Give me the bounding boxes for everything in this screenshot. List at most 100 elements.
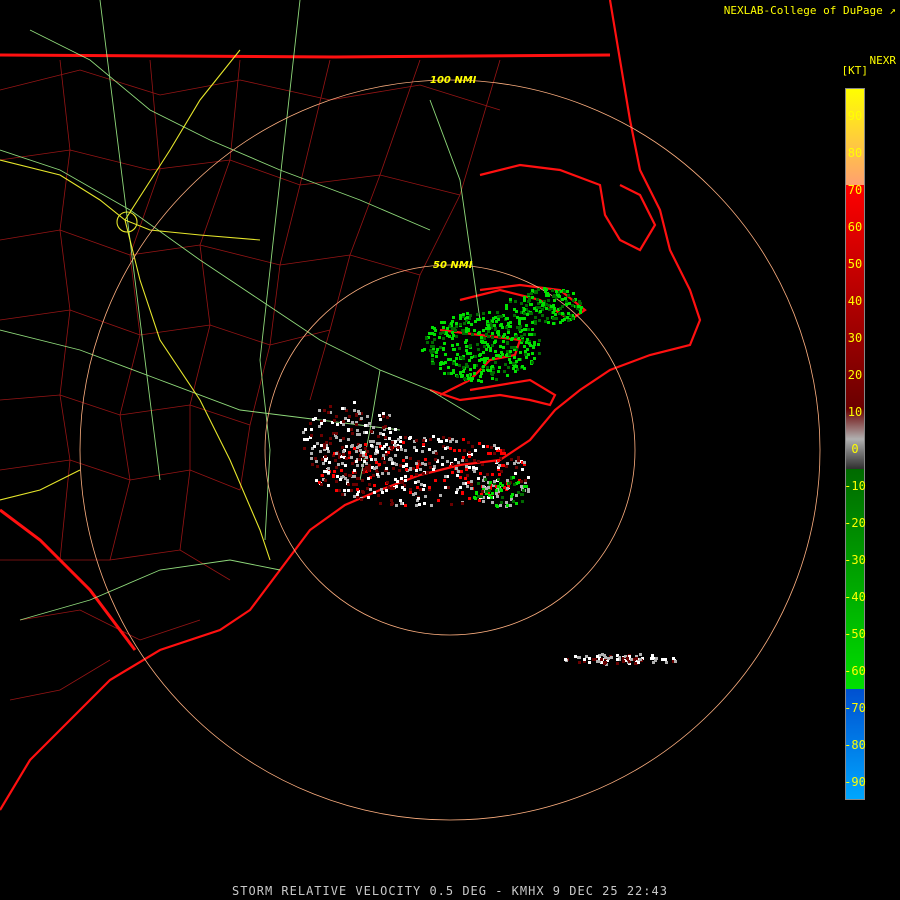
echo-pixel — [502, 464, 505, 467]
echo-pixel — [321, 458, 324, 461]
echo-pixel — [442, 348, 445, 351]
echo-pixel — [342, 453, 345, 456]
echo-pixel — [431, 358, 434, 361]
echo-pixel — [353, 401, 356, 404]
echo-pixel — [355, 483, 358, 486]
scale-tick-label: -70 — [844, 701, 866, 715]
echo-pixel — [506, 487, 509, 490]
echo-pixel — [474, 497, 477, 500]
echo-pixel — [466, 312, 469, 315]
echo-pixel — [491, 501, 494, 504]
echo-pixel — [530, 292, 533, 295]
velocity-echoes — [302, 287, 677, 666]
echo-pixel — [364, 424, 367, 427]
echo-pixel — [311, 463, 314, 466]
echo-pixel — [489, 452, 492, 455]
echo-pixel — [412, 493, 415, 496]
echo-pixel — [500, 470, 503, 473]
echo-pixel — [476, 343, 479, 346]
echo-pixel — [465, 468, 468, 471]
echo-pixel — [600, 658, 603, 661]
echo-pixel — [580, 306, 583, 309]
echo-pixel — [400, 477, 403, 480]
echo-pixel — [347, 438, 350, 441]
echo-pixel — [323, 470, 326, 473]
echo-pixel — [402, 441, 405, 444]
echo-pixel — [485, 348, 488, 351]
echo-pixel — [337, 463, 340, 466]
echo-pixel — [512, 362, 515, 365]
scale-tick-label: 70 — [847, 183, 863, 197]
echo-pixel — [522, 489, 525, 492]
echo-pixel — [303, 447, 306, 450]
echo-pixel — [451, 471, 454, 474]
echo-pixel — [343, 489, 346, 492]
echo-pixel — [508, 358, 511, 361]
echo-pixel — [563, 318, 566, 321]
echo-pixel — [499, 355, 502, 358]
echo-pixel — [528, 342, 531, 345]
echo-pixel — [539, 300, 542, 303]
echo-pixel — [458, 449, 461, 452]
echo-pixel — [532, 345, 535, 348]
echo-pixel — [626, 657, 629, 660]
echo-pixel — [435, 355, 438, 358]
echo-pixel — [538, 319, 541, 322]
echo-pixel — [369, 455, 372, 458]
echo-pixel — [509, 298, 512, 301]
echo-pixel — [458, 364, 461, 367]
echo-pixel — [366, 450, 369, 453]
echo-pixel — [381, 457, 384, 460]
echo-pixel — [466, 485, 469, 488]
echo-pixel — [475, 492, 478, 495]
echo-pixel — [508, 482, 511, 485]
echo-pixel — [341, 407, 344, 410]
echo-pixel — [439, 346, 442, 349]
echo-pixel — [480, 340, 483, 343]
echo-pixel — [459, 486, 462, 489]
scale-tick-label: -30 — [844, 553, 866, 567]
range-ring-label-50: 50 NMI — [433, 260, 473, 271]
echo-pixel — [303, 438, 306, 441]
echo-pixel — [523, 308, 526, 311]
echo-pixel — [552, 317, 555, 320]
echo-pixel — [533, 341, 536, 344]
scale-tick-label: 40 — [847, 294, 863, 308]
echo-pixel — [324, 479, 327, 482]
echo-pixel — [500, 315, 503, 318]
echo-pixel — [456, 353, 459, 356]
scale-tick-label: 60 — [847, 220, 863, 234]
echo-pixel — [555, 290, 558, 293]
echo-pixel — [352, 483, 355, 486]
echo-pixel — [329, 437, 332, 440]
echo-pixel — [672, 657, 675, 660]
echo-pixel — [351, 432, 354, 435]
echo-pixel — [313, 445, 316, 448]
echo-pixel — [356, 429, 359, 432]
echo-pixel — [491, 377, 494, 380]
echo-pixel — [468, 455, 471, 458]
echo-pixel — [469, 314, 472, 317]
echo-pixel — [310, 457, 313, 460]
echo-pixel — [457, 461, 460, 464]
echo-pixel — [525, 356, 528, 359]
echo-pixel — [421, 450, 424, 453]
echo-pixel — [404, 475, 407, 478]
echo-pixel — [482, 329, 485, 332]
echo-pixel — [563, 290, 566, 293]
echo-pixel — [318, 409, 321, 412]
echo-pixel — [553, 299, 556, 302]
echo-pixel — [479, 472, 482, 475]
echo-pixel — [661, 658, 664, 661]
echo-pixel — [480, 380, 483, 383]
echo-pixel — [494, 340, 497, 343]
echo-pixel — [588, 657, 591, 660]
echo-pixel — [482, 317, 485, 320]
echo-pixel — [357, 477, 360, 480]
echo-pixel — [565, 300, 568, 303]
echo-pixel — [527, 353, 530, 356]
echo-pixel — [506, 350, 509, 353]
echo-pixel — [415, 473, 418, 476]
echo-pixel — [452, 334, 455, 337]
echo-pixel — [533, 333, 536, 336]
